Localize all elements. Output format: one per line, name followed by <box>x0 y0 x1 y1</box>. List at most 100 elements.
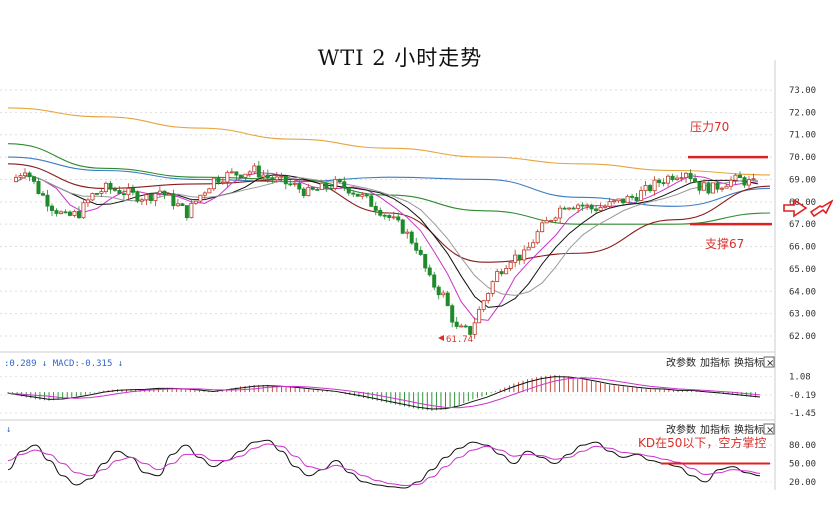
candle-body <box>513 254 518 263</box>
candle-body <box>454 321 459 327</box>
y-tick-label: 65.00 <box>789 265 816 275</box>
candle-body <box>378 210 383 216</box>
candle-body <box>414 242 419 251</box>
candle-body <box>279 175 284 178</box>
candle-body <box>76 211 81 219</box>
candle-body <box>490 281 495 294</box>
candle-body <box>234 171 239 176</box>
candle-body <box>445 292 450 307</box>
y-tick-label: 64.00 <box>789 287 816 297</box>
candle-body <box>436 286 441 296</box>
candle-body <box>607 201 612 207</box>
candle-body <box>652 179 657 192</box>
candle-body <box>117 190 122 194</box>
candle-body <box>504 268 509 275</box>
candle-body <box>40 193 45 196</box>
candle-body <box>94 193 99 195</box>
candle-body <box>121 193 126 196</box>
candle-body <box>243 173 248 178</box>
y-tick-label: 73.00 <box>789 86 816 96</box>
candle-body <box>589 204 594 210</box>
candle-body <box>598 207 603 211</box>
candle-body <box>499 271 504 275</box>
candle-body <box>400 219 405 234</box>
candle-body <box>225 171 230 183</box>
candle-body <box>639 190 644 201</box>
candle-body <box>81 202 86 219</box>
kdj-close-icon: × <box>766 425 774 436</box>
candle-body <box>549 219 554 222</box>
kdj-arrow-icon: ↓ <box>6 425 11 435</box>
candle-body <box>198 194 203 202</box>
candle-body <box>27 172 32 178</box>
candle-body <box>423 254 428 269</box>
candle-body <box>526 246 531 251</box>
candle-body <box>603 205 608 208</box>
candle-body <box>571 207 576 210</box>
candle-body <box>54 210 59 214</box>
candle-body <box>418 249 423 255</box>
candle-body <box>463 325 468 328</box>
candle-body <box>360 194 365 197</box>
candle-body <box>396 216 401 221</box>
candle-body <box>355 193 360 197</box>
candle-body <box>535 231 540 244</box>
candle-body <box>180 203 185 206</box>
candle-body <box>135 191 140 202</box>
macd-switch-indicator-button[interactable]: 换指标 <box>734 356 764 369</box>
candle-body <box>427 267 432 276</box>
candle-body <box>274 176 279 181</box>
y-tick-label: 63.00 <box>789 310 816 320</box>
candle-body <box>742 177 747 186</box>
candle-body <box>693 178 698 183</box>
candle-body <box>459 325 464 328</box>
candle-body <box>387 215 392 218</box>
candle-body <box>495 271 500 282</box>
candle-body <box>148 194 153 202</box>
candle-body <box>13 176 18 183</box>
candle-body <box>508 261 513 269</box>
candle-body <box>585 204 590 207</box>
candle-body <box>531 242 536 248</box>
candle-body <box>202 192 207 196</box>
candle-body <box>580 204 585 207</box>
kdj-controls: 改参数 加指标 换指标 × <box>666 423 775 436</box>
candle-body <box>562 207 567 210</box>
candle-body <box>22 172 27 177</box>
y-tick-label: 71.00 <box>789 131 816 141</box>
candle-body <box>625 195 630 204</box>
candle-body <box>612 200 617 203</box>
kdj-change-params-button[interactable]: 改参数 <box>666 423 696 436</box>
low-label: 61.74 <box>446 335 473 345</box>
candle-body <box>558 207 563 219</box>
candle-body <box>688 172 693 180</box>
candle-body <box>315 189 320 191</box>
candle-body <box>270 177 275 181</box>
pressure-label: 压力70 <box>690 120 729 134</box>
support-label: 支撑67 <box>705 236 744 251</box>
candle-body <box>45 194 50 207</box>
candle-body <box>715 182 720 190</box>
candle-body <box>337 178 342 183</box>
candle-body <box>108 182 113 190</box>
candle-body <box>229 171 234 174</box>
candle-body <box>522 249 527 261</box>
macd-change-params-button[interactable]: 改参数 <box>666 356 696 369</box>
low-annotation: 61.74 <box>438 335 473 345</box>
y-tick-label: 70.00 <box>789 153 816 163</box>
kdj-add-indicator-button[interactable]: 加指标 <box>700 423 730 436</box>
candle-body <box>621 198 626 204</box>
candle-body <box>18 175 23 178</box>
candle-body <box>333 178 338 189</box>
candle-body <box>130 187 135 193</box>
candle-body <box>576 204 581 209</box>
candle-body <box>648 185 653 192</box>
y-tick-label: 72.00 <box>789 108 816 118</box>
pressure-annotation: 压力70 <box>688 120 768 159</box>
kdj-switch-indicator-button[interactable]: 换指标 <box>734 423 764 436</box>
candle-body <box>252 165 257 173</box>
macd-add-indicator-button[interactable]: 加指标 <box>700 356 730 369</box>
candle-body <box>346 187 351 194</box>
candle-body <box>432 274 437 288</box>
macd-tick-label: -1.45 <box>789 409 816 419</box>
